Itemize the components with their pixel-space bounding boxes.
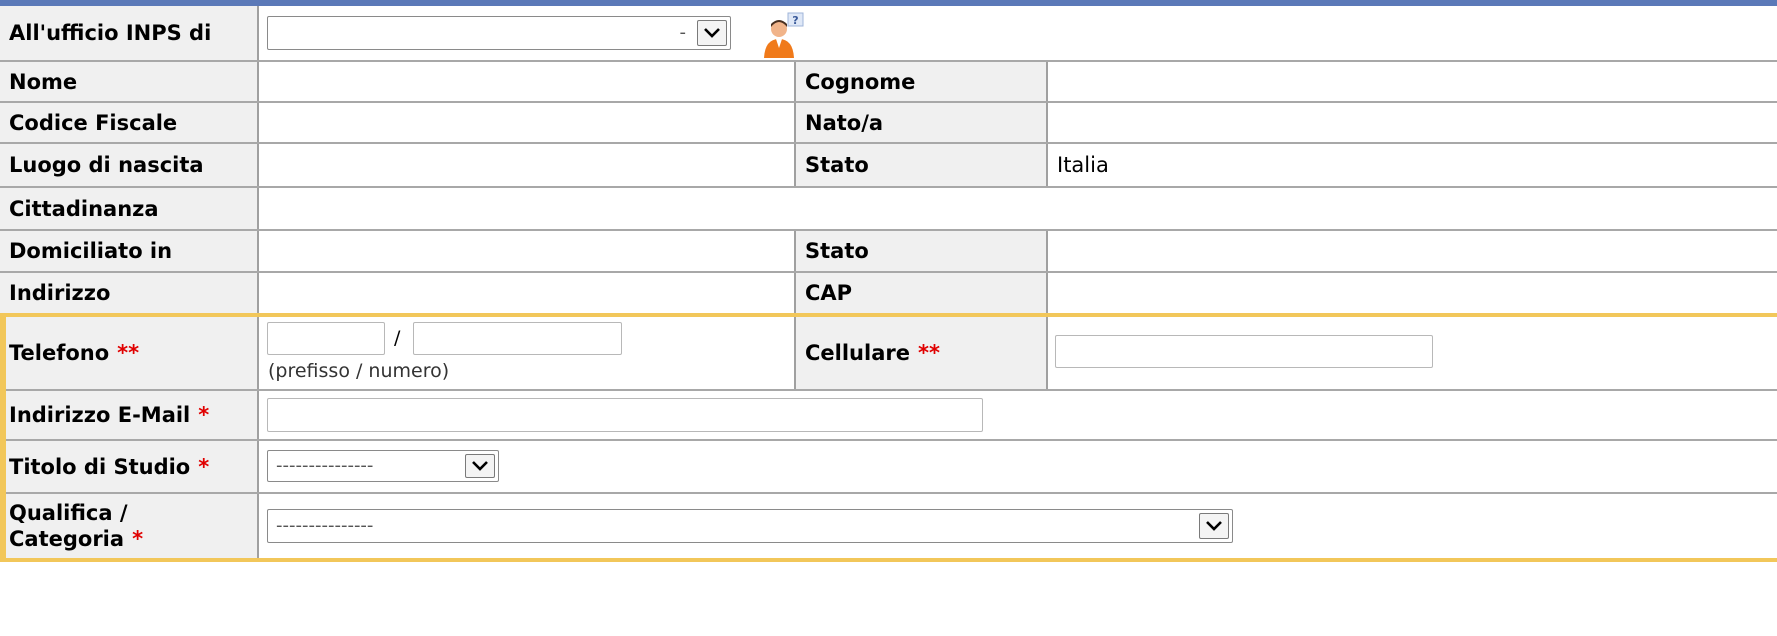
email-label: Indirizzo E-Mail *: [0, 391, 259, 439]
nome-label: Nome: [0, 62, 259, 101]
cittadinanza-row: Cittadinanza: [0, 188, 1777, 229]
email-input[interactable]: [267, 398, 983, 432]
nome-row: Nome Cognome: [0, 62, 1777, 101]
cellulare-input[interactable]: [1055, 335, 1433, 368]
cellulare-label-text: Cellulare: [805, 341, 910, 365]
indirizzo-label: Indirizzo: [0, 273, 259, 313]
qualifica-label-line2: Categoria: [9, 527, 125, 551]
domiciliato-label: Domiciliato in: [0, 231, 259, 271]
help-person-icon[interactable]: ?: [760, 12, 810, 58]
office-row: All'ufficio INPS di - ?: [0, 6, 1777, 60]
svg-text:?: ?: [792, 14, 798, 27]
titolo-label-text: Titolo di Studio: [9, 454, 191, 479]
email-label-text: Indirizzo E-Mail: [9, 403, 191, 427]
cittadinanza-label: Cittadinanza: [0, 188, 259, 229]
chevron-down-icon: [1199, 513, 1229, 539]
nato-label: Nato/a: [794, 103, 1048, 142]
codice-fiscale-label: Codice Fiscale: [0, 103, 259, 142]
qualifica-label-line1: Qualifica /: [9, 501, 128, 525]
telefono-prefisso-input[interactable]: [267, 322, 385, 355]
domiciliato-row: Domiciliato in Stato: [0, 231, 1777, 271]
chevron-down-icon: [465, 454, 495, 478]
office-select-value: -: [679, 22, 687, 43]
telefono-required-mark: **: [117, 341, 140, 365]
titolo-required-mark: *: [198, 454, 210, 479]
stato-domicilio-label: Stato: [794, 231, 1048, 271]
cellulare-label: Cellulare **: [794, 317, 1048, 389]
qualifica-select[interactable]: ---------------: [267, 509, 1233, 543]
telefono-label: Telefono **: [0, 317, 259, 389]
cellulare-required-mark: **: [917, 341, 940, 365]
qualifica-label: Qualifica / Categoria *: [0, 494, 259, 558]
email-row: Indirizzo E-Mail *: [0, 391, 1777, 439]
cognome-label: Cognome: [794, 62, 1048, 101]
office-select[interactable]: -: [267, 16, 731, 50]
email-required-mark: *: [198, 403, 210, 427]
required-section-left-border: [0, 313, 6, 562]
telefono-row: Telefono ** / (prefisso / numero) Cellul…: [0, 317, 1777, 389]
codice-fiscale-row: Codice Fiscale Nato/a: [0, 103, 1777, 142]
titolo-label: Titolo di Studio *: [0, 441, 259, 492]
telefono-slash: /: [394, 327, 401, 349]
qualifica-required-mark: *: [132, 527, 144, 551]
luogo-nascita-row: Luogo di nascita Stato Italia: [0, 144, 1777, 186]
titolo-select-value: ---------------: [276, 455, 374, 476]
indirizzo-row: Indirizzo CAP: [0, 273, 1777, 313]
qualifica-row: Qualifica / Categoria * ---------------: [0, 494, 1777, 558]
cap-label: CAP: [794, 273, 1048, 313]
titolo-row: Titolo di Studio * ---------------: [0, 441, 1777, 492]
chevron-down-icon: [697, 20, 727, 46]
office-label: All'ufficio INPS di: [0, 6, 259, 60]
stato-nascita-label: Stato: [794, 144, 1048, 186]
luogo-nascita-label: Luogo di nascita: [0, 144, 259, 186]
telefono-label-text: Telefono: [9, 341, 110, 365]
telefono-numero-input[interactable]: [413, 322, 622, 355]
telefono-hint: (prefisso / numero): [268, 360, 450, 382]
qualifica-select-value: ---------------: [276, 515, 374, 536]
titolo-select[interactable]: ---------------: [267, 450, 499, 482]
stato-nascita-value: Italia: [1057, 153, 1109, 177]
required-section-bottom-border: [0, 558, 1777, 562]
